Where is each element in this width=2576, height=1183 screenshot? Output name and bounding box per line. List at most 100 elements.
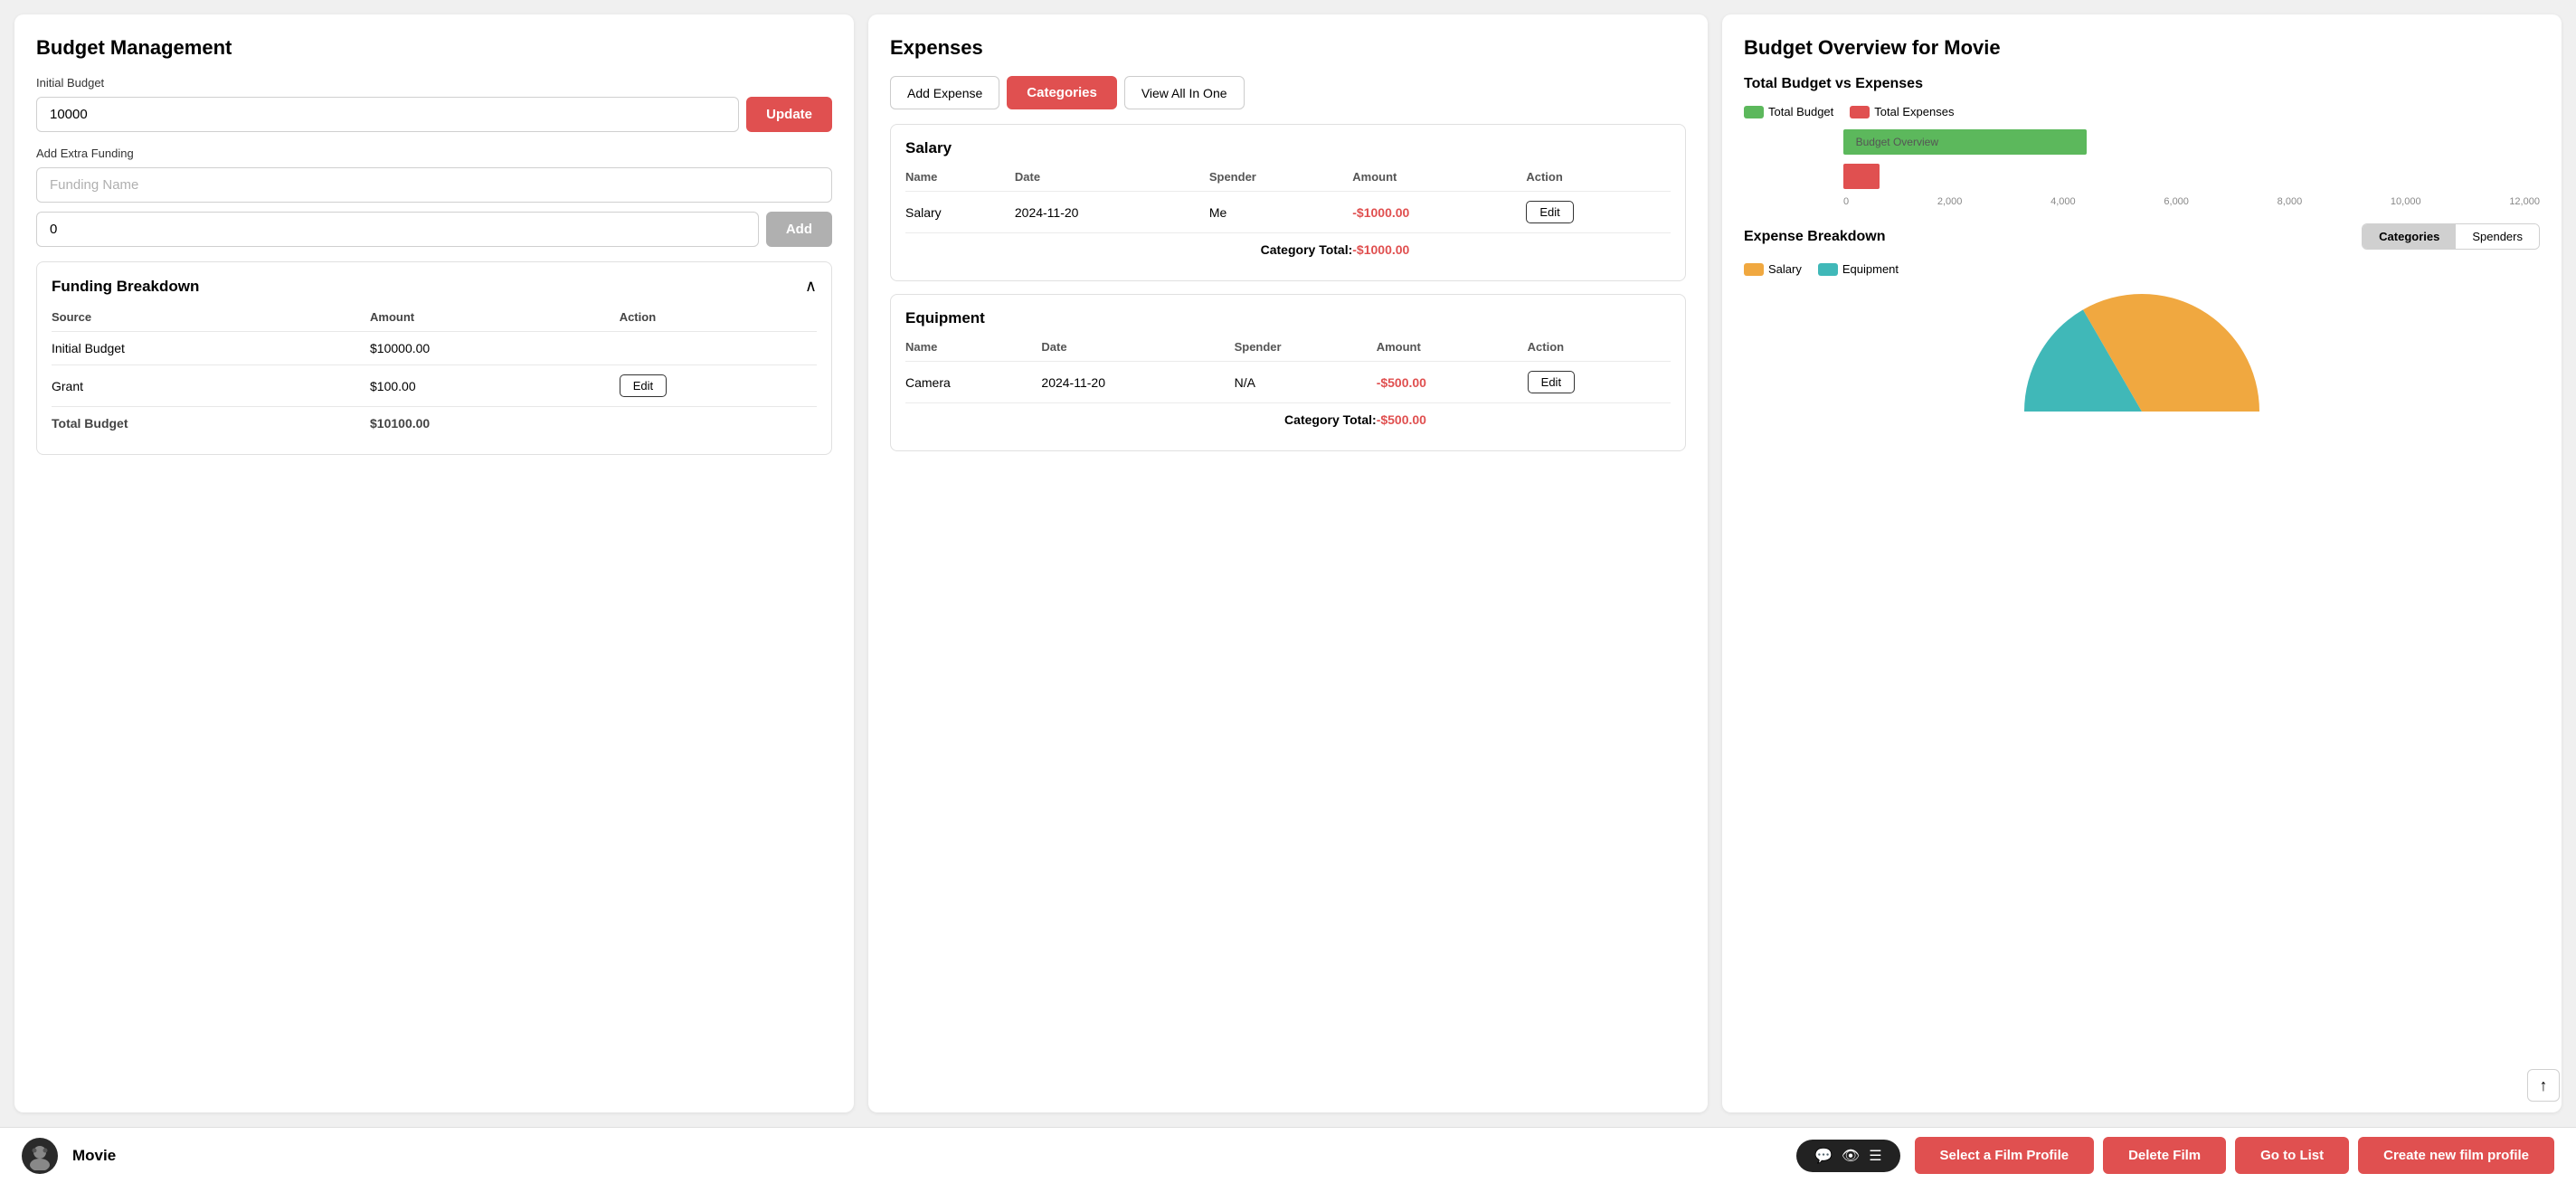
bottom-bar: Movie 💬 👁 ☰ Select a Film Profile Delete…	[0, 1127, 2576, 1183]
funding-table-row: Grant $100.00 Edit	[52, 365, 817, 407]
salary-date: 2024-11-20	[1015, 192, 1209, 233]
salary-col-name: Name	[905, 166, 1015, 192]
tab-categories[interactable]: Categories	[2363, 224, 2456, 249]
funding-source: Initial Budget	[52, 332, 370, 365]
salary-col-amount: Amount	[1352, 166, 1526, 192]
initial-budget-row: Update	[36, 97, 832, 132]
legend-salary-dot	[1744, 263, 1764, 276]
salary-edit[interactable]: Edit	[1526, 192, 1671, 233]
pie-chart-legend: Salary Equipment	[1744, 262, 2540, 276]
expenses-toolbar: Add Expense Categories View All In One	[890, 76, 1686, 109]
equipment-spender: N/A	[1235, 362, 1377, 403]
legend-equipment-dot	[1818, 263, 1838, 276]
initial-budget-input[interactable]	[36, 97, 739, 132]
edit-equipment-button[interactable]: Edit	[1528, 371, 1575, 393]
funding-source: Total Budget	[52, 407, 370, 440]
legend-total-budget-label: Total Budget	[1768, 105, 1833, 118]
bar-fill-expenses	[1843, 164, 1880, 189]
funding-name-input[interactable]	[36, 167, 832, 203]
select-film-button[interactable]: Select a Film Profile	[1915, 1137, 2095, 1174]
add-funding-button[interactable]: Add	[766, 212, 832, 247]
equipment-edit[interactable]: Edit	[1528, 362, 1671, 403]
eye-icon[interactable]: 👁	[1842, 1147, 1860, 1165]
expenses-card: Expenses Add Expense Categories View All…	[868, 14, 1708, 1112]
equipment-date: 2024-11-20	[1041, 362, 1234, 403]
legend-salary: Salary	[1744, 262, 1802, 276]
categories-button[interactable]: Categories	[1007, 76, 1117, 109]
salary-section: Salary Name Date Spender Amount Action S…	[890, 124, 1686, 281]
col-action: Action	[620, 307, 817, 332]
funding-table-row: Initial Budget $10000.00	[52, 332, 817, 365]
salary-table: Name Date Spender Amount Action Salary 2…	[905, 166, 1671, 266]
bar-chart-legend: Total Budget Total Expenses	[1744, 105, 2540, 118]
bar-row-budget: Budget Overview	[1843, 128, 2540, 156]
funding-amount: $100.00	[370, 365, 620, 407]
equipment-total-value: -$500.00	[1377, 403, 1528, 437]
equipment-col-date: Date	[1041, 336, 1234, 362]
bar-label-budget: Budget Overview	[1843, 136, 1938, 148]
film-title: Movie	[72, 1147, 1782, 1165]
equipment-name: Camera	[905, 362, 1041, 403]
legend-salary-label: Salary	[1768, 262, 1802, 276]
bar-track-budget	[1843, 128, 2540, 156]
bar-chart: Budget Overview	[1744, 128, 2540, 191]
legend-equipment: Equipment	[1818, 262, 1899, 276]
equipment-total-label: Category Total:	[905, 403, 1377, 437]
equipment-col-action: Action	[1528, 336, 1671, 362]
menu-icon[interactable]: ☰	[1869, 1147, 1881, 1165]
col-amount: Amount	[370, 307, 620, 332]
collapse-chevron[interactable]: ∧	[805, 277, 817, 296]
chat-icon[interactable]: 💬	[1814, 1147, 1833, 1165]
legend-total-budget: Total Budget	[1744, 105, 1833, 118]
delete-film-button[interactable]: Delete Film	[2103, 1137, 2226, 1174]
edit-funding-button[interactable]: Edit	[620, 374, 667, 397]
expenses-title: Expenses	[890, 36, 1686, 60]
bottom-actions: Select a Film Profile Delete Film Go to …	[1915, 1137, 2554, 1174]
equipment-col-name: Name	[905, 336, 1041, 362]
salary-col-date: Date	[1015, 166, 1209, 192]
salary-section-title: Salary	[905, 139, 1671, 157]
budget-management-title: Budget Management	[36, 36, 832, 60]
bar-axis: 0 2,000 4,000 6,000 8,000 10,000 12,000	[1843, 196, 2540, 207]
update-button[interactable]: Update	[746, 97, 832, 132]
create-new-profile-button[interactable]: Create new film profile	[2358, 1137, 2554, 1174]
equipment-col-amount: Amount	[1377, 336, 1528, 362]
funding-amount: $10100.00	[370, 407, 620, 440]
funding-breakdown-title: Funding Breakdown	[52, 278, 199, 296]
edit-salary-button[interactable]: Edit	[1526, 201, 1573, 223]
salary-col-action: Action	[1526, 166, 1671, 192]
initial-budget-label: Initial Budget	[36, 76, 832, 90]
go-to-list-button[interactable]: Go to List	[2235, 1137, 2349, 1174]
expense-breakdown-header: Expense Breakdown Categories Spenders	[1744, 223, 2540, 250]
budget-management-card: Budget Management Initial Budget Update …	[14, 14, 854, 1112]
salary-total-row: Category Total: -$1000.00	[905, 233, 1671, 267]
salary-amount: -$1000.00	[1352, 192, 1526, 233]
equipment-section-title: Equipment	[905, 309, 1671, 327]
tab-spenders[interactable]: Spenders	[2456, 224, 2539, 249]
col-source: Source	[52, 307, 370, 332]
legend-equipment-label: Equipment	[1842, 262, 1899, 276]
funding-action[interactable]: Edit	[620, 365, 817, 407]
salary-spender: Me	[1209, 192, 1352, 233]
salary-total-value: -$1000.00	[1352, 233, 1526, 267]
funding-action	[620, 407, 817, 440]
total-vs-expenses-subtitle: Total Budget vs Expenses	[1744, 76, 2540, 92]
legend-total-expenses: Total Expenses	[1850, 105, 1954, 118]
icon-group[interactable]: 💬 👁 ☰	[1796, 1140, 1900, 1172]
salary-name: Salary	[905, 192, 1015, 233]
extra-funding-label: Add Extra Funding	[36, 147, 832, 160]
view-all-button[interactable]: View All In One	[1124, 76, 1245, 109]
funding-table: Source Amount Action Initial Budget $100…	[52, 307, 817, 440]
equipment-amount: -$500.00	[1377, 362, 1528, 403]
salary-table-row: Salary 2024-11-20 Me -$1000.00 Edit	[905, 192, 1671, 233]
equipment-table-row: Camera 2024-11-20 N/A -$500.00 Edit	[905, 362, 1671, 403]
equipment-table: Name Date Spender Amount Action Camera 2…	[905, 336, 1671, 436]
funding-amount-input[interactable]	[36, 212, 759, 247]
pie-chart-container	[1744, 285, 2540, 430]
funding-breakdown-section: Funding Breakdown ∧ Source Amount Action…	[36, 261, 832, 455]
scroll-top-button[interactable]: ↑	[2527, 1069, 2560, 1102]
equipment-total-row: Category Total: -$500.00	[905, 403, 1671, 437]
budget-overview-title: Budget Overview for Movie	[1744, 36, 2540, 60]
salary-col-spender: Spender	[1209, 166, 1352, 192]
add-expense-button[interactable]: Add Expense	[890, 76, 999, 109]
